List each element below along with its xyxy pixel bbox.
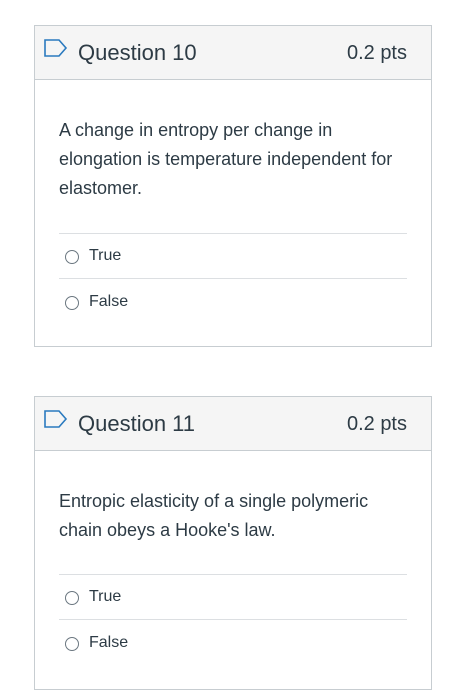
radio-button[interactable] — [65, 295, 79, 310]
question-title: Question 11 — [78, 411, 196, 436]
question-body: Entropic elasticity of a single polymeri… — [35, 451, 431, 665]
question-title: Question 10 — [78, 40, 197, 65]
question-points: 0.2 pts — [346, 42, 407, 64]
question-points: 0.2 pts — [346, 413, 407, 435]
question-header: Question 10 0.2 pts — [35, 26, 431, 80]
radio-button[interactable] — [65, 250, 79, 264]
bookmark-flag-icon[interactable] — [44, 39, 68, 57]
answer-option-true[interactable]: True — [59, 575, 407, 620]
question-card: Question 11 0.2 pts Entropic elasticity … — [34, 396, 432, 690]
question-card: Question 10 0.2 pts A change in entropy … — [34, 25, 432, 347]
answer-label: False — [89, 633, 129, 651]
radio-button[interactable] — [65, 591, 79, 605]
answer-list: True False — [59, 574, 407, 665]
bookmark-flag-icon[interactable] — [44, 410, 68, 428]
question-text: Entropic elasticity of a single polymeri… — [59, 491, 369, 540]
answer-label: False — [89, 292, 129, 310]
radio-button[interactable] — [65, 636, 79, 651]
question-text: A change in entropy per change in elonga… — [59, 120, 393, 198]
answer-option-false[interactable]: False — [59, 620, 407, 665]
answer-option-false[interactable]: False — [59, 279, 407, 324]
answer-option-true[interactable]: True — [59, 234, 407, 279]
answer-label: True — [89, 588, 122, 605]
answer-label: True — [89, 247, 122, 264]
question-header: Question 11 0.2 pts — [35, 397, 431, 451]
question-body: A change in entropy per change in elonga… — [35, 80, 431, 324]
answer-list: True False — [59, 233, 407, 324]
